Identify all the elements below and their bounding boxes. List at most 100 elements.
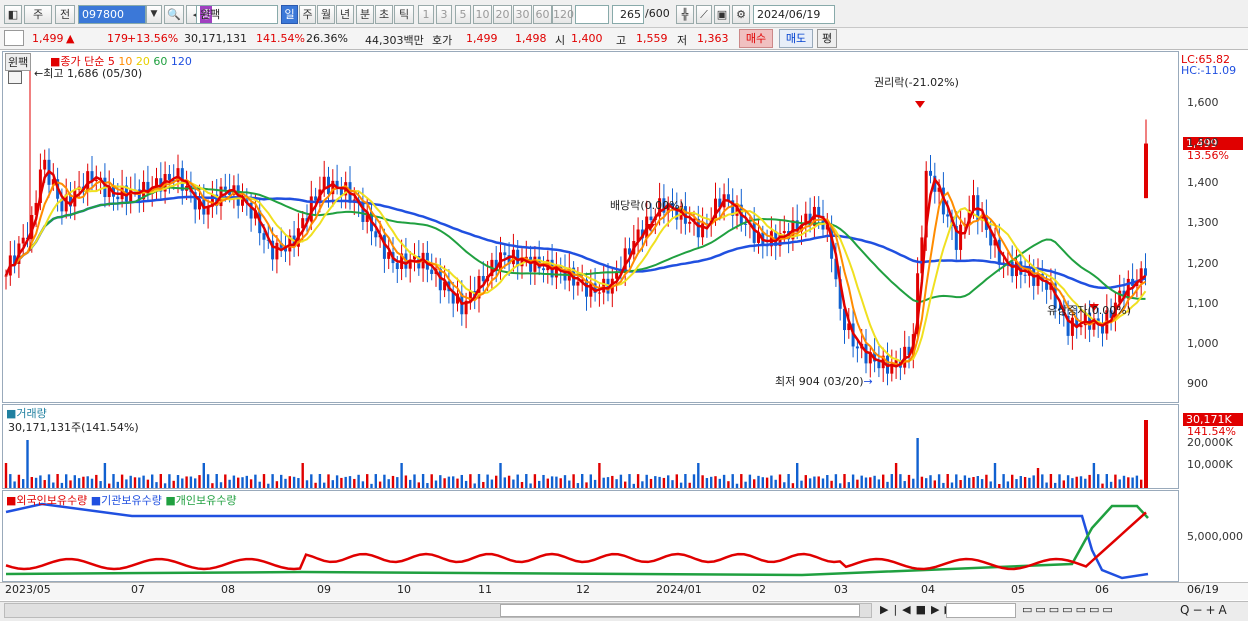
minute-option[interactable]: 20 xyxy=(493,5,512,24)
bid-price: 1,498 xyxy=(515,32,547,45)
volume-bar xyxy=(662,477,666,488)
y-tick: 1,000 xyxy=(1187,337,1219,350)
volume-bar xyxy=(765,477,769,488)
volume-bar xyxy=(718,478,721,488)
volume-bar xyxy=(864,477,868,488)
volume-bar xyxy=(456,478,459,488)
tab-minute[interactable]: 분 xyxy=(356,5,374,24)
period-next-button[interactable]: 전 xyxy=(55,5,75,24)
minute-option[interactable]: 120 xyxy=(552,5,574,24)
tab-month[interactable]: 월 xyxy=(317,5,335,24)
volume-bar xyxy=(1071,478,1074,488)
candle-body xyxy=(946,214,950,217)
volume-bar xyxy=(391,475,395,488)
volume-bar xyxy=(679,482,683,488)
minute-option[interactable]: 1 xyxy=(418,5,434,24)
volume-bar xyxy=(353,478,356,488)
volume-bar xyxy=(847,482,850,488)
tab-tick[interactable]: 틱 xyxy=(394,5,414,24)
volume-bar xyxy=(65,474,68,488)
volume-bar xyxy=(133,477,137,488)
volume-bar xyxy=(946,474,949,488)
volume-bar xyxy=(761,477,764,488)
minute-option[interactable]: 60 xyxy=(533,5,552,24)
volume-bar xyxy=(1066,475,1070,488)
volume-bar xyxy=(942,482,945,488)
x-tick: 08 xyxy=(221,583,235,596)
tab-day[interactable]: 일 xyxy=(281,5,298,24)
volume-bar xyxy=(460,474,463,488)
candle-body xyxy=(43,159,47,170)
x-tick: 2024/01 xyxy=(656,583,702,596)
view-tools-icon[interactable]: ▭▭▭▭▭▭▭ xyxy=(1022,603,1116,616)
gear-icon[interactable]: ⚙ xyxy=(732,5,750,24)
tab-second[interactable]: 초 xyxy=(375,5,393,24)
y-tick: 1,600 xyxy=(1187,96,1219,109)
hoga-label: 호가 xyxy=(432,34,453,47)
volume-bar xyxy=(787,474,790,488)
volume-bar xyxy=(108,483,111,488)
search-icon[interactable]: 🔍 xyxy=(164,5,184,24)
volume-bar xyxy=(649,478,653,488)
volume-bar xyxy=(1135,475,1139,488)
x-tick: 2023/05 xyxy=(5,583,51,596)
save-icon[interactable]: ▣ xyxy=(714,5,730,24)
candle-icon[interactable]: ╬ xyxy=(676,5,694,24)
volume-bar xyxy=(426,483,429,488)
volume-bar xyxy=(1114,474,1117,488)
volume-bar xyxy=(851,474,855,488)
volume-bar xyxy=(95,474,98,488)
volume-bar xyxy=(39,475,42,488)
minute-option[interactable]: 30 xyxy=(513,5,532,24)
volume-chart[interactable] xyxy=(2,404,1179,489)
event-capital-increase: 유상증자(0.00%) xyxy=(1047,304,1132,317)
volume-bar xyxy=(82,476,85,488)
volume-bar xyxy=(722,474,726,488)
date-input[interactable]: 2024/06/19 xyxy=(753,5,835,24)
line-tool-icon[interactable]: ⟋ xyxy=(696,5,712,24)
volume-bar xyxy=(430,474,433,488)
volume-bar xyxy=(1140,479,1143,488)
minute-option[interactable]: 10 xyxy=(473,5,492,24)
tab-week[interactable]: 주 xyxy=(299,5,316,24)
volume-bar xyxy=(1101,483,1104,488)
avg-button[interactable]: 평 xyxy=(817,29,837,48)
stock-code-input[interactable]: 097800 xyxy=(78,5,146,24)
minute-option[interactable]: 3 xyxy=(436,5,452,24)
stock-name-field[interactable]: 종 윈팩 xyxy=(196,5,278,24)
volume-bar xyxy=(925,478,928,488)
volume-bar xyxy=(912,478,915,488)
scroll-thumb[interactable] xyxy=(500,604,860,617)
chevron-down-icon[interactable]: ▼ xyxy=(146,5,162,24)
price-chart[interactable] xyxy=(2,51,1179,403)
volume-bar xyxy=(1122,475,1126,488)
chart-type-icon[interactable]: ◧ xyxy=(4,5,22,24)
sell-button[interactable]: 매도 xyxy=(779,29,813,48)
candle-body xyxy=(395,263,399,270)
zoom-slider[interactable] xyxy=(946,603,1016,618)
minute-option[interactable]: 5 xyxy=(455,5,471,24)
volume-bar xyxy=(232,475,236,488)
candle-body xyxy=(94,179,98,181)
volume-bar xyxy=(976,476,979,488)
volume-bar xyxy=(1097,474,1100,488)
volume-bar xyxy=(129,475,132,488)
volume-bar xyxy=(297,478,300,488)
count-input[interactable]: 265 xyxy=(612,5,644,24)
zoom-controls[interactable]: Q−+A xyxy=(1180,603,1230,617)
volume-bar xyxy=(258,481,261,488)
period-prev-button[interactable]: 주 xyxy=(24,5,52,24)
volume-bar xyxy=(168,474,171,488)
volume-bar xyxy=(387,479,390,488)
volume-bar xyxy=(211,483,214,488)
volume-bar xyxy=(882,474,885,488)
volume-bar xyxy=(568,480,571,488)
buy-button[interactable]: 매수 xyxy=(739,29,773,48)
tab-year[interactable]: 년 xyxy=(336,5,354,24)
volume-bar xyxy=(525,474,528,488)
minute-select[interactable] xyxy=(575,5,609,24)
calculator-icon[interactable] xyxy=(8,71,22,84)
volume-bar xyxy=(43,480,46,488)
volume-bar xyxy=(241,477,244,488)
volume-bar xyxy=(47,474,51,488)
